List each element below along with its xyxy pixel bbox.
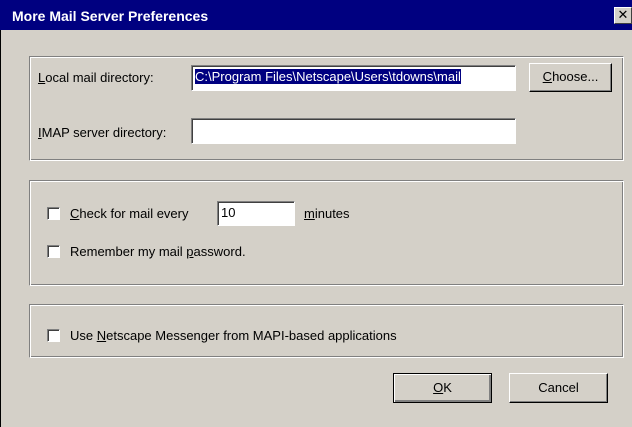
remember-password-checkbox[interactable] xyxy=(47,245,60,258)
local-mail-directory-input[interactable]: C:\Program Files\Netscape\Users\tdowns\m… xyxy=(191,65,516,91)
imap-server-directory-label: IMAP server directory: xyxy=(38,125,167,140)
minutes-label: minutes xyxy=(304,206,350,221)
window-title: More Mail Server Preferences xyxy=(12,8,209,24)
check-for-mail-label: Check for mail every xyxy=(70,206,189,221)
remember-password-label: Remember my mail password. xyxy=(70,244,246,259)
cancel-button[interactable]: Cancel xyxy=(509,373,608,403)
check-for-mail-checkbox[interactable] xyxy=(47,207,60,220)
close-button[interactable]: ✕ xyxy=(614,7,632,24)
local-mail-directory-value: C:\Program Files\Netscape\Users\tdowns\m… xyxy=(195,69,461,84)
mapi-label: Use Netscape Messenger from MAPI-based a… xyxy=(70,328,397,343)
title-bar: More Mail Server Preferences xyxy=(0,0,632,30)
dialog-body: Local mail directory: C:\Program Files\N… xyxy=(0,30,632,427)
check-interval-input[interactable]: 10 xyxy=(217,201,295,226)
mapi-checkbox[interactable] xyxy=(47,329,60,342)
close-icon: ✕ xyxy=(617,7,629,22)
local-mail-directory-label: Local mail directory: xyxy=(38,70,154,85)
ok-button[interactable]: OK xyxy=(393,373,492,403)
choose-button[interactable]: Choose... xyxy=(529,63,612,92)
mail-check-group xyxy=(29,180,624,286)
imap-server-directory-input[interactable] xyxy=(191,118,516,144)
